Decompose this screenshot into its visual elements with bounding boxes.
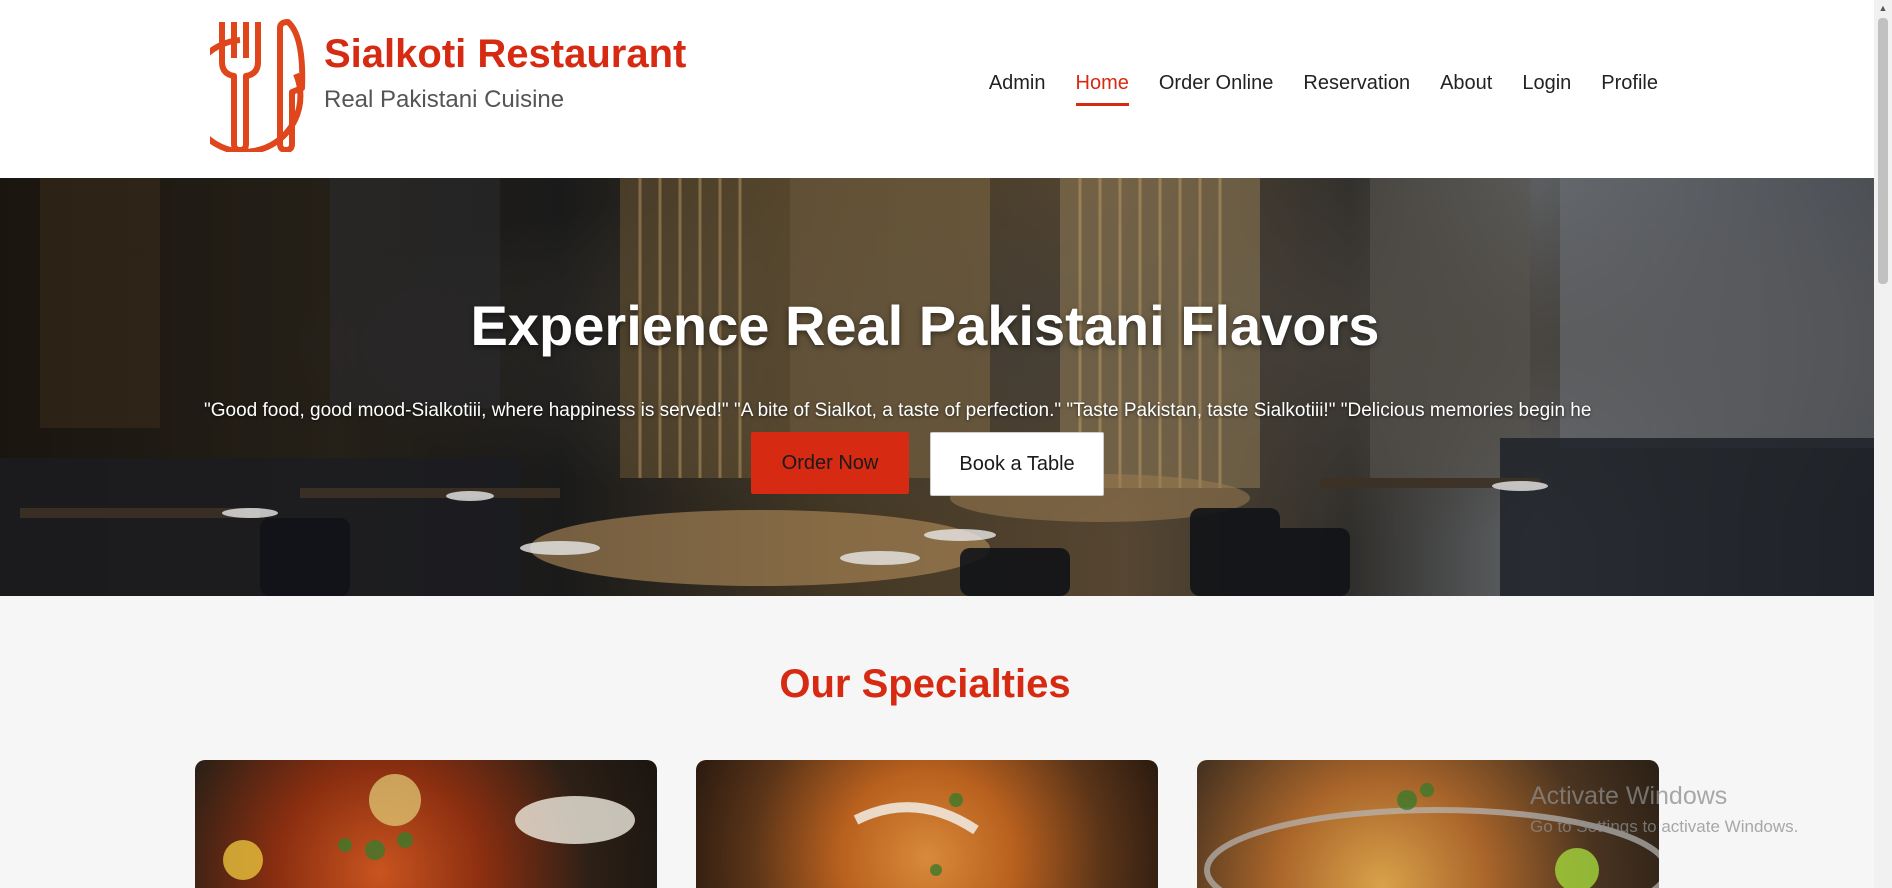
nav-order-online[interactable]: Order Online: [1159, 72, 1274, 106]
watermark-title: Activate Windows: [1530, 782, 1728, 810]
hero-title: Experience Real Pakistani Flavors: [470, 294, 1380, 357]
nav-reservation[interactable]: Reservation: [1303, 72, 1410, 106]
nav-about[interactable]: About: [1440, 72, 1492, 106]
windows-activation-watermark: Activate Windows Go to Settings to activ…: [1530, 782, 1798, 837]
scroll-up-arrow-icon[interactable]: ▲: [1874, 0, 1892, 16]
nav-profile[interactable]: Profile: [1601, 72, 1658, 106]
specialties-title: Our Specialties: [779, 662, 1071, 706]
order-now-button[interactable]: Order Now: [751, 432, 909, 494]
scrollbar-thumb[interactable]: [1878, 18, 1888, 284]
vertical-scrollbar[interactable]: ▲: [1874, 0, 1892, 888]
brand-tagline: Real Pakistani Cuisine: [324, 86, 565, 113]
nav-admin[interactable]: Admin: [989, 72, 1046, 106]
fork-knife-plate-icon[interactable]: [210, 18, 306, 152]
nav-login[interactable]: Login: [1522, 72, 1571, 106]
page-viewport: Sialkoti Restaurant Real Pakistani Cuisi…: [0, 0, 1874, 888]
restaurant-interior-image: [0, 178, 1874, 596]
book-table-button[interactable]: Book a Table: [930, 432, 1104, 496]
specialty-card-karahi-image[interactable]: [195, 760, 657, 888]
brand-name[interactable]: Sialkoti Restaurant: [324, 30, 686, 78]
specialty-card-butter-chicken-image[interactable]: [696, 760, 1158, 888]
site-header: Sialkoti Restaurant Real Pakistani Cuisi…: [0, 0, 1874, 178]
hero-banner: Experience Real Pakistani Flavors "Good …: [0, 178, 1874, 596]
main-nav: Admin Home Order Online Reservation Abou…: [989, 72, 1658, 106]
watermark-subtitle: Go to Settings to activate Windows.: [1530, 817, 1799, 836]
hero-quote-marquee: "Good food, good mood-Sialkotiii, where …: [204, 400, 1592, 421]
brand[interactable]: Sialkoti Restaurant Real Pakistani Cuisi…: [324, 30, 686, 116]
nav-home[interactable]: Home: [1075, 72, 1129, 106]
